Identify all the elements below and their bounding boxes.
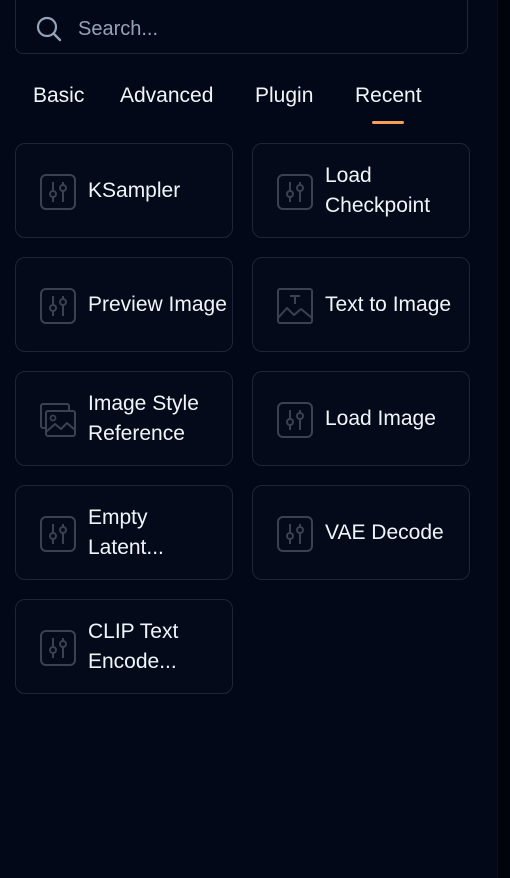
search-icon bbox=[36, 16, 62, 42]
category-tabs: Basic Advanced Plugin Recent bbox=[15, 84, 475, 128]
image-stack-icon bbox=[40, 403, 76, 437]
node-card-ksampler[interactable]: KSampler bbox=[15, 143, 233, 238]
panel-edge bbox=[497, 0, 510, 878]
sliders-icon bbox=[40, 174, 76, 210]
node-label: Empty Latent... bbox=[88, 505, 164, 559]
node-library-panel: Basic Advanced Plugin Recent KSampler Lo… bbox=[0, 0, 498, 878]
tab-advanced[interactable]: Advanced bbox=[120, 84, 213, 108]
node-card-load-image[interactable]: Load Image bbox=[252, 371, 470, 466]
node-label: Load Image bbox=[325, 406, 436, 430]
node-label: Text to Image bbox=[325, 292, 452, 316]
search-input[interactable] bbox=[76, 13, 450, 45]
sliders-icon bbox=[277, 402, 313, 438]
sliders-icon bbox=[277, 174, 313, 210]
node-label: Preview Image bbox=[88, 292, 227, 316]
node-card-image-style-reference[interactable]: Image Style Reference bbox=[15, 371, 233, 466]
node-card-preview-image[interactable]: Preview Image bbox=[15, 257, 233, 352]
node-card-empty-latent[interactable]: Empty Latent... bbox=[15, 485, 233, 580]
search-box[interactable] bbox=[15, 0, 468, 54]
node-card-load-checkpoint[interactable]: Load Checkpoint bbox=[252, 143, 470, 238]
node-card-text-to-image[interactable]: Text to Image bbox=[252, 257, 470, 352]
text-image-icon bbox=[277, 288, 313, 324]
tab-recent[interactable]: Recent bbox=[355, 84, 422, 108]
node-label: Load Checkpoint bbox=[325, 163, 431, 217]
node-label: KSampler bbox=[88, 178, 181, 202]
sliders-icon bbox=[277, 516, 313, 552]
sliders-icon bbox=[40, 630, 76, 666]
node-card-vae-decode[interactable]: VAE Decode bbox=[252, 485, 470, 580]
node-card-clip-text-encode[interactable]: CLIP Text Encode... bbox=[15, 599, 233, 694]
node-label: CLIP Text Encode... bbox=[88, 619, 179, 673]
sliders-icon bbox=[40, 516, 76, 552]
node-label: Image Style Reference bbox=[88, 391, 199, 445]
node-label: VAE Decode bbox=[325, 520, 444, 544]
tab-basic[interactable]: Basic bbox=[33, 84, 84, 108]
tab-plugin[interactable]: Plugin bbox=[255, 84, 313, 108]
sliders-icon bbox=[40, 288, 76, 324]
active-tab-indicator bbox=[372, 121, 404, 124]
